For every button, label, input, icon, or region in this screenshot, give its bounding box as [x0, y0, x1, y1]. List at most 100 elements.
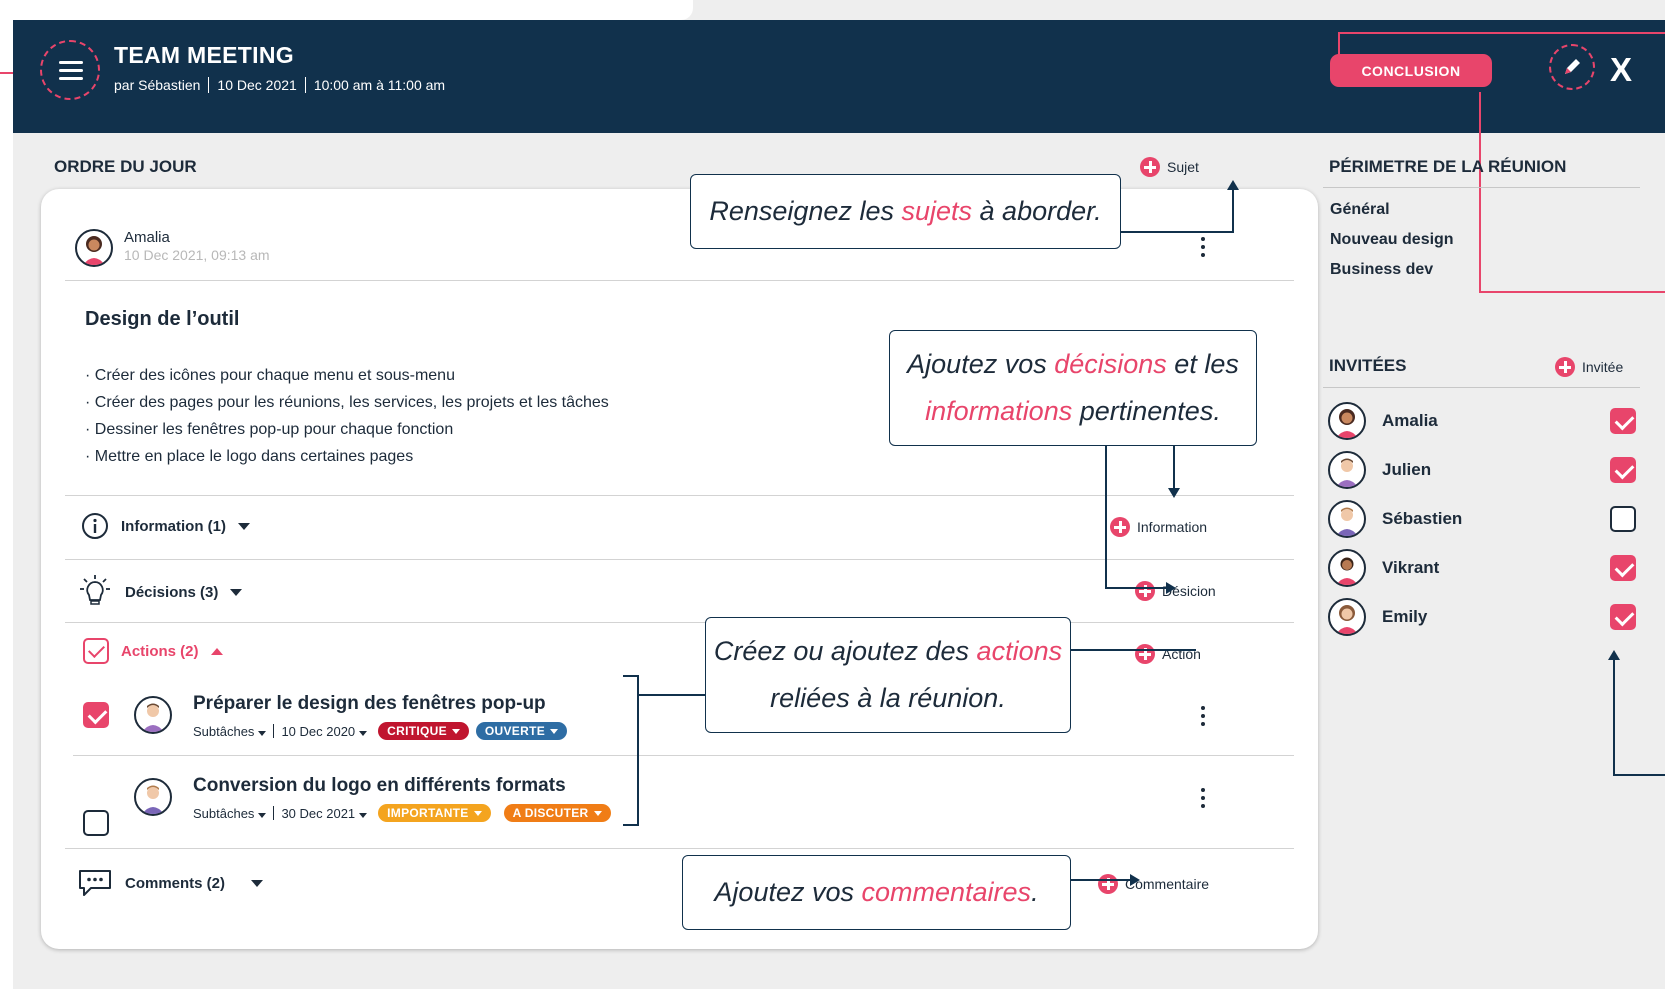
guest-row: Julien [1328, 450, 1636, 490]
add-action-button[interactable]: Action [1135, 644, 1201, 664]
decisions-toggle[interactable]: Décisions (3) [77, 574, 243, 610]
edit-button[interactable] [1549, 44, 1595, 90]
add-information-button[interactable]: Information [1110, 517, 1207, 537]
arrow-down-icon [1168, 488, 1180, 498]
guest-checkbox[interactable] [1610, 604, 1636, 630]
caret-down-icon [451, 728, 460, 734]
conclusion-button[interactable]: CONCLUSION [1330, 54, 1492, 87]
add-subject-button[interactable]: Sujet [1140, 157, 1199, 177]
divider [73, 755, 1294, 756]
divider [65, 848, 1294, 849]
annotation-line [638, 694, 705, 696]
arrow-right-icon [1166, 582, 1176, 594]
annotation-line [1173, 446, 1175, 489]
divider [65, 559, 1294, 560]
annotation-line [1071, 649, 1196, 651]
action-title[interactable]: Conversion du logo en différents formats [193, 775, 566, 797]
callout-highlight: commentaires [861, 877, 1032, 907]
meeting-title: TEAM MEETING [114, 42, 294, 68]
topic-title: Design de l’outil [85, 308, 240, 330]
due-date-dropdown[interactable]: 10 Dec 2020 [281, 723, 368, 739]
agenda-title: ORDRE DU JOUR [54, 157, 197, 176]
comments-toggle[interactable]: Comments (2) [77, 868, 264, 898]
guest-checkbox[interactable] [1610, 506, 1636, 532]
topic-bullets: · Créer des icônes pour chaque menu et s… [85, 362, 609, 470]
caret-up-icon [210, 647, 223, 655]
add-guest-button[interactable]: Invitée [1555, 357, 1623, 377]
guest-checkbox[interactable] [1610, 555, 1636, 581]
guest-row: Emily [1328, 597, 1636, 637]
tag-label: CRITIQUE [387, 724, 447, 738]
caret-down-icon [238, 522, 250, 530]
annotation-line [1105, 587, 1167, 589]
divider [1323, 187, 1640, 188]
actions-label: Actions (2) [121, 642, 199, 660]
menu-button[interactable] [40, 40, 100, 100]
guest-row: Vikrant [1328, 548, 1636, 588]
due-date: 10 Dec 2020 [281, 723, 356, 739]
information-toggle[interactable]: Information (1) [81, 512, 250, 540]
more-options-icon[interactable] [1200, 788, 1206, 808]
priority-tag[interactable]: CRITIQUE [378, 722, 469, 740]
bullet-item: · Créer des pages pour les réunions, les… [85, 394, 609, 411]
caret-down-icon [230, 588, 243, 596]
menu-icon-bar [59, 69, 83, 72]
action-title[interactable]: Préparer le design des fenêtres pop-up [193, 693, 546, 715]
divider [208, 77, 210, 93]
add-comment-button[interactable]: Commentaire [1098, 874, 1209, 894]
avatar-sebastien-icon [1336, 507, 1358, 536]
action-checkbox[interactable] [83, 702, 109, 728]
meeting-author: par Sébastien [114, 77, 201, 93]
annotation-line [1613, 774, 1665, 776]
close-button[interactable]: X [1610, 51, 1632, 89]
due-date-dropdown[interactable]: 30 Dec 2021 [281, 806, 368, 821]
plus-icon [1140, 157, 1160, 177]
comment-icon [79, 870, 111, 896]
menu-icon [59, 61, 83, 64]
divider [65, 495, 1294, 496]
add-subject-label: Sujet [1167, 159, 1199, 175]
callout-line: Ajoutez vos décisions et les [890, 341, 1256, 388]
post-author: Amalia [124, 229, 170, 246]
guest-name: Julien [1382, 460, 1432, 479]
caret-down-icon [550, 728, 559, 734]
meeting-date: 10 Dec 2021 [217, 77, 297, 93]
more-options-icon[interactable] [1200, 706, 1206, 726]
subtasks-dropdown[interactable]: Subtâches [193, 724, 267, 739]
scope-item-new-design[interactable]: Nouveau design [1330, 231, 1454, 249]
callout-line: Créez ou ajoutez des actions [706, 628, 1070, 675]
caret-down-icon [359, 730, 368, 736]
status-tag[interactable]: A DISCUTER [503, 804, 611, 822]
annotation-line [1071, 879, 1131, 881]
meeting-header: TEAM MEETING par Sébastien 10 Dec 2021 1… [13, 20, 1665, 133]
annotation-line [1479, 291, 1665, 293]
scope-item-business-dev[interactable]: Business dev [1330, 261, 1433, 279]
subtasks-dropdown[interactable]: Subtâches [193, 806, 267, 821]
guest-checkbox[interactable] [1610, 457, 1636, 483]
app-frame: TEAM MEETING par Sébastien 10 Dec 2021 1… [13, 0, 1665, 989]
arrow-right-icon [1130, 874, 1140, 886]
bullet-item: · Mettre en place le logo dans certaines… [85, 448, 414, 465]
actions-toggle[interactable]: Actions (2) [83, 638, 223, 664]
priority-tag[interactable]: IMPORTANTE [378, 804, 491, 822]
agenda-card: Amalia 10 Dec 2021, 09:13 am Design de l… [41, 189, 1318, 949]
plus-icon [1135, 644, 1155, 664]
avatar-amalia-icon [1336, 409, 1358, 438]
callout-text: et les [1166, 349, 1239, 379]
plus-icon [1110, 517, 1130, 537]
annotation-line [1479, 92, 1481, 293]
action-checkbox[interactable] [83, 810, 109, 836]
plus-icon [1098, 874, 1118, 894]
tag-label: OUVERTE [484, 724, 546, 738]
guest-row: Sébastien [1328, 499, 1636, 539]
guest-checkbox[interactable] [1610, 408, 1636, 434]
more-options-icon[interactable] [1200, 237, 1206, 257]
guests-title: INVITÉES [1329, 356, 1407, 375]
status-tag[interactable]: OUVERTE [475, 722, 568, 740]
caret-down-icon [251, 879, 264, 887]
callout-actions: Créez ou ajoutez des actions reliées à l… [705, 617, 1071, 733]
scope-item-general[interactable]: Général [1330, 201, 1390, 219]
guest-row: Amalia [1328, 401, 1636, 441]
guest-name: Vikrant [1382, 558, 1440, 577]
callout-text: Ajoutez vos [714, 877, 862, 907]
